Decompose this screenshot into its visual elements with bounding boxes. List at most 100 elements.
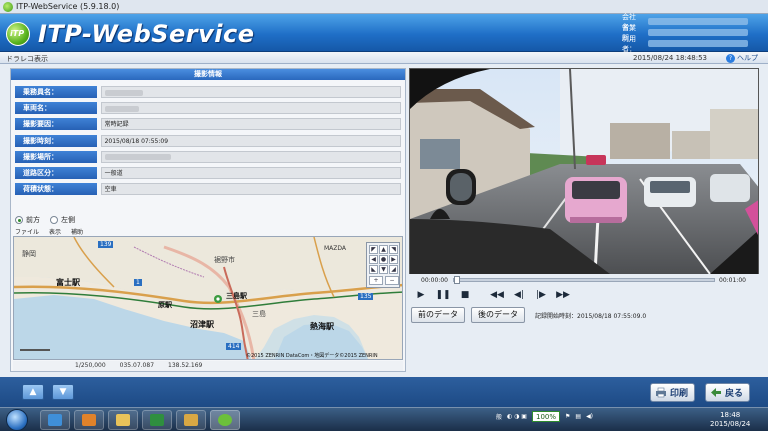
- map-menubar: ファイル 表示 補助: [15, 227, 83, 236]
- play-icon: ▶: [417, 290, 425, 300]
- time-label: 撮影時刻：: [15, 134, 97, 147]
- route-414-badge: 414: [226, 343, 242, 350]
- map-menu-file[interactable]: ファイル: [15, 227, 39, 236]
- load-value: 空車: [100, 183, 401, 196]
- battery-indicator[interactable]: 100%: [531, 411, 560, 422]
- print-button[interactable]: 印刷: [650, 383, 696, 402]
- pause-button[interactable]: ❚❚: [435, 288, 451, 302]
- fast-forward-icon: ▶▶: [556, 290, 570, 300]
- info-row-driver: 乗務員名：: [15, 85, 401, 99]
- step-back-button[interactable]: ◀|: [511, 288, 527, 302]
- map-latitude: 035.07.087: [119, 362, 155, 369]
- user-info-user: 利用者：: [622, 35, 762, 53]
- system-tray: 般 ◐ ◑ ▣ 100% ⚑ ▤ ◀): [496, 411, 593, 422]
- redacted-text: [104, 105, 139, 112]
- taskbar-ie[interactable]: [40, 410, 70, 430]
- data-nav-row: 前のデータ 後のデータ 記録開始時刻：2015/08/18 07:55:09.0: [411, 307, 646, 323]
- taskbar-excel[interactable]: [142, 410, 172, 430]
- panel-title: 撮影情報: [11, 69, 405, 80]
- info-row-vehicle: 車両名：: [15, 101, 401, 115]
- logo-text: iTP: [10, 29, 25, 38]
- map-menu-view[interactable]: 表示: [49, 227, 61, 236]
- tray-icons[interactable]: ◐ ◑ ▣: [507, 413, 527, 420]
- map-label-hara: 原駅: [158, 301, 172, 309]
- map-menu-aux[interactable]: 補助: [71, 227, 83, 236]
- vehicle-value: [100, 102, 401, 115]
- map-label-mishima-station: 三島駅: [226, 292, 247, 300]
- help-link[interactable]: ? ヘルプ: [726, 53, 758, 63]
- pan-nw-button[interactable]: ◤: [369, 245, 378, 254]
- info-row-location: 撮影場所：: [15, 150, 401, 164]
- road-value: 一般道: [100, 166, 401, 179]
- rewind-icon: ◀◀: [490, 290, 504, 300]
- step-forward-icon: |▶: [536, 290, 546, 300]
- taskbar-folder[interactable]: [176, 410, 206, 430]
- seek-bar[interactable]: [453, 276, 715, 284]
- taskbar-date: 2015/08/24: [710, 420, 751, 428]
- next-record-button[interactable]: ▼: [52, 384, 74, 400]
- map-copyright: ©2015 ZENRIN DataCom・地図データ©2015 ZENRIN: [246, 353, 378, 359]
- app-icon: [3, 2, 13, 12]
- play-button[interactable]: ▶: [413, 288, 429, 302]
- pan-sw-button[interactable]: ◣: [369, 265, 378, 274]
- redacted-text: [104, 89, 143, 96]
- arrow-down-icon: ▼: [59, 387, 67, 397]
- user-info: 会社名： 営業所： 利用者：: [622, 13, 762, 53]
- back-label: 戻る: [725, 389, 744, 399]
- window-title: ITP-WebService (5.9.18.0): [16, 2, 120, 11]
- next-data-button[interactable]: 後のデータ: [471, 307, 525, 323]
- zoom-out-button[interactable]: −: [385, 276, 399, 285]
- playback-buttons: ▶ ❚❚ ■ ◀◀ ◀| |▶ ▶▶: [413, 288, 571, 302]
- seek-knob[interactable]: [454, 276, 460, 284]
- pan-up-button[interactable]: ▲: [379, 245, 388, 254]
- route-139-badge: 139: [98, 241, 114, 248]
- itp-logo-icon: iTP: [6, 22, 30, 46]
- volume-icon[interactable]: ◀): [586, 413, 593, 420]
- back-button[interactable]: 戻る: [705, 383, 751, 402]
- start-button[interactable]: [6, 409, 28, 431]
- center-button[interactable]: ●: [379, 255, 388, 264]
- fast-forward-button[interactable]: ▶▶: [555, 288, 571, 302]
- prev-record-button[interactable]: ▲: [22, 384, 44, 400]
- ime-icon[interactable]: 般: [496, 412, 502, 421]
- driver-value: [100, 86, 401, 98]
- taskbar-itp[interactable]: [210, 410, 240, 430]
- radio-front-label: 前方: [26, 216, 40, 224]
- radio-left-indicator[interactable]: [50, 216, 58, 224]
- pan-ne-button[interactable]: ◥: [389, 245, 398, 254]
- pan-left-button[interactable]: ◀: [369, 255, 378, 264]
- map-label-mazda: MAZDA: [324, 245, 347, 252]
- network-icon[interactable]: ▤: [575, 413, 581, 420]
- map-label-mishima: 三島: [252, 310, 266, 318]
- print-label: 印刷: [670, 389, 689, 399]
- printer-icon: [656, 387, 666, 398]
- map-view[interactable]: 富士駅 原駅 沼津駅 三島駅 熱海駅 静岡 裾野市 三島 414 1 135 1…: [13, 236, 403, 360]
- stop-button[interactable]: ■: [457, 288, 473, 302]
- taskbar-explorer[interactable]: [108, 410, 138, 430]
- pan-right-button[interactable]: ▶: [389, 255, 398, 264]
- pan-se-button[interactable]: ◢: [389, 265, 398, 274]
- player-controls: 00:00:00 00:01:00 ▶ ❚❚ ■ ◀◀ ◀| |▶ ▶▶ 前のデ…: [409, 274, 759, 334]
- record-start-time: 記録開始時刻：2015/08/18 07:55:09.0: [535, 312, 647, 320]
- step-forward-button[interactable]: |▶: [533, 288, 549, 302]
- taskbar-media-player[interactable]: [74, 410, 104, 430]
- map-scale: 1/250,000: [75, 362, 106, 369]
- route-1-badge: 1: [134, 279, 142, 286]
- time-row: 00:00:00 00:01:00: [409, 274, 759, 286]
- dashcam-video-frame[interactable]: [410, 69, 759, 274]
- arrow-up-icon: ▲: [29, 387, 37, 397]
- radio-left[interactable]: 左側: [50, 215, 75, 225]
- stop-icon: ■: [460, 290, 470, 300]
- rewind-button[interactable]: ◀◀: [489, 288, 505, 302]
- zoom-in-button[interactable]: +: [369, 276, 383, 285]
- radio-front-indicator[interactable]: [15, 216, 23, 224]
- radio-left-label: 左側: [61, 216, 75, 224]
- prev-data-button[interactable]: 前のデータ: [411, 307, 465, 323]
- radio-front[interactable]: 前方: [15, 215, 40, 225]
- ie-icon: [48, 414, 62, 426]
- pan-down-button[interactable]: ▼: [379, 265, 388, 274]
- taskbar-clock[interactable]: 18:48 2015/08/24: [710, 411, 750, 429]
- flag-icon[interactable]: ⚑: [565, 413, 570, 420]
- info-row-time: 撮影時刻： 2015/08/18 07:55:09: [15, 134, 401, 148]
- trigger-label: 撮影要因：: [15, 118, 97, 131]
